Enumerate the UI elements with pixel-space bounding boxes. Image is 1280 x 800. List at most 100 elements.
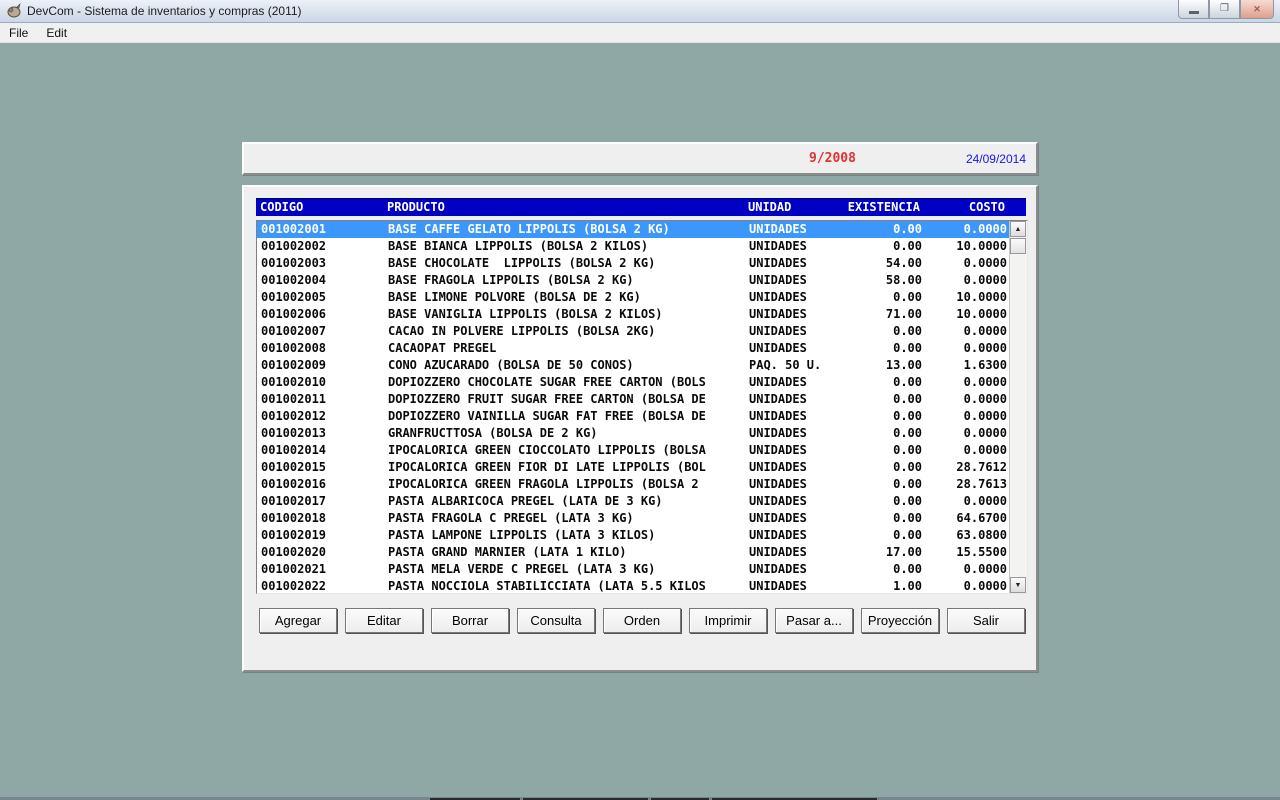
cell-code: 001002008	[261, 340, 326, 357]
period-label: 9/2008	[809, 151, 856, 166]
cell-cost: 28.7613	[956, 476, 1007, 493]
cell-code: 001002011	[261, 391, 326, 408]
cell-prod: DOPIOZZERO CHOCOLATE SUGAR FREE CARTON (…	[388, 374, 747, 391]
table-row[interactable]: 001002019PASTA LAMPONE LIPPOLIS (LATA 3 …	[257, 527, 1010, 544]
cell-cost: 0.0000	[964, 442, 1007, 459]
cell-code: 001002021	[261, 561, 326, 578]
scroll-down-button[interactable]: ▼	[1010, 577, 1026, 593]
cell-prod: DOPIOZZERO VAINILLA SUGAR FAT FREE (BOLS…	[388, 408, 747, 425]
cell-code: 001002015	[261, 459, 326, 476]
title-bar: DevCom - Sistema de inventarios y compra…	[0, 0, 1280, 23]
table-row[interactable]: 001002011 DOPIOZZERO FRUIT SUGAR FREE CAR…	[257, 391, 1010, 408]
menu-item-file[interactable]: File	[0, 24, 37, 42]
app-icon	[6, 3, 22, 19]
cell-exist: 13.00	[886, 357, 922, 374]
product-list: 001002001BASE CAFFE GELATO LIPPOLIS (BOL…	[257, 221, 1010, 593]
cell-code: 001002014	[261, 442, 326, 459]
restore-button[interactable]: ❐	[1209, 0, 1240, 19]
table-row[interactable]: 001002012DOPIOZZERO VAINILLA SUGAR FAT F…	[257, 408, 1010, 425]
table-row[interactable]: 001002006BASE VANIGLIA LIPPOLIS (BOLSA 2…	[257, 306, 1010, 323]
cell-code: 001002022	[261, 578, 326, 593]
cell-code: 001002017	[261, 493, 326, 510]
cell-exist: 0.00	[893, 527, 922, 544]
cell-prod: PASTA GRAND MARNIER (LATA 1 KILO)	[388, 544, 747, 561]
cell-prod: GRANFRUCTTOSA (BOLSA DE 2 KG)	[388, 425, 747, 442]
cell-unit: UNIDADES	[749, 221, 807, 238]
cell-cost: 0.0000	[964, 255, 1007, 272]
cell-unit: UNIDADES	[749, 408, 807, 425]
cell-prod: BASE CHOCOLATE LIPPOLIS (BOLSA 2 KG)	[388, 255, 747, 272]
table-row[interactable]: 001002002BASE BIANCA LIPPOLIS (BOLSA 2 K…	[257, 238, 1010, 255]
cell-code: 001002001	[261, 221, 326, 238]
cell-prod: PASTA FRAGOLA C PREGEL (LATA 3 KG)	[388, 510, 747, 527]
cell-cost: 0.0000	[964, 408, 1007, 425]
cell-exist: 0.00	[893, 493, 922, 510]
cell-prod: BASE LIMONE POLVORE (BOLSA DE 2 KG)	[388, 289, 747, 306]
table-row[interactable]: 001002008CACAOPAT PREGELUNIDADES0.000.00…	[257, 340, 1010, 357]
table-row[interactable]: 001002022 PASTA NOCCIOLA STABILICCIATA (L…	[257, 578, 1010, 593]
cell-cost: 0.0000	[964, 493, 1007, 510]
table-row[interactable]: 001002003 BASE CHOCOLATE LIPPOLIS (BOLSA …	[257, 255, 1010, 272]
cell-exist: 17.00	[886, 544, 922, 561]
proyección-button[interactable]: Proyección	[861, 608, 939, 633]
imprimir-button[interactable]: Imprimir	[689, 608, 767, 633]
table-row[interactable]: 001002001BASE CAFFE GELATO LIPPOLIS (BOL…	[257, 221, 1010, 238]
cell-unit: UNIDADES	[749, 544, 807, 561]
consulta-button[interactable]: Consulta	[517, 608, 595, 633]
cell-code: 001002013	[261, 425, 326, 442]
cell-exist: 0.00	[893, 561, 922, 578]
cell-cost: 63.0800	[956, 527, 1007, 544]
table-row[interactable]: 001002014IPOCALORICA GREEN CIOCCOLATO LI…	[257, 442, 1010, 459]
cell-prod: CACAOPAT PREGEL	[388, 340, 747, 357]
cell-unit: UNIDADES	[749, 425, 807, 442]
minimize-button[interactable]	[1178, 0, 1209, 19]
cell-code: 001002003	[261, 255, 326, 272]
cell-exist: 0.00	[893, 442, 922, 459]
table-row[interactable]: 001002010 DOPIOZZERO CHOCOLATE SUGAR FREE…	[257, 374, 1010, 391]
cell-exist: 0.00	[893, 425, 922, 442]
table-row[interactable]: 001002009CONO AZUCARADO (BOLSA DE 50 CON…	[257, 357, 1010, 374]
cell-cost: 10.0000	[956, 238, 1007, 255]
table-row[interactable]: 001002020PASTA GRAND MARNIER (LATA 1 KIL…	[257, 544, 1010, 561]
menu-item-edit[interactable]: Edit	[37, 24, 76, 42]
window-controls: ❐ ✕	[1178, 0, 1274, 19]
vertical-scrollbar[interactable]: ▲ ▼	[1009, 221, 1027, 593]
cell-cost: 0.0000	[964, 561, 1007, 578]
table-row[interactable]: 001002021 PASTA MELA VERDE C PREGEL (LATA…	[257, 561, 1010, 578]
orden-button[interactable]: Orden	[603, 608, 681, 633]
table-row[interactable]: 001002005BASE LIMONE POLVORE (BOLSA DE 2…	[257, 289, 1010, 306]
cell-cost: 0.0000	[964, 578, 1007, 593]
cell-exist: 0.00	[893, 510, 922, 527]
cell-unit: UNIDADES	[749, 391, 807, 408]
cell-unit: UNIDADES	[749, 340, 807, 357]
cell-prod: DOPIOZZERO FRUIT SUGAR FREE CARTON (BOLS…	[388, 391, 747, 408]
date-panel: 9/2008 24/09/2014	[242, 142, 1038, 175]
cell-cost: 10.0000	[956, 306, 1007, 323]
agregar-button[interactable]: Agregar	[259, 608, 337, 633]
table-row[interactable]: 001002018PASTA FRAGOLA C PREGEL (LATA 3 …	[257, 510, 1010, 527]
cell-prod: PASTA NOCCIOLA STABILICCIATA (LATA 5.5 K…	[388, 578, 747, 593]
table-row[interactable]: 001002016IPOCALORICA GREEN FRAGOLA LIPPO…	[257, 476, 1010, 493]
editar-button[interactable]: Editar	[345, 608, 423, 633]
cell-code: 001002010	[261, 374, 326, 391]
cell-prod: PASTA MELA VERDE C PREGEL (LATA 3 KG)	[388, 561, 747, 578]
cell-exist: 0.00	[893, 340, 922, 357]
close-button[interactable]: ✕	[1240, 0, 1274, 19]
table-row[interactable]: 001002007CACAO IN POLVERE LIPPOLIS (BOLS…	[257, 323, 1010, 340]
table-header: CODIGO PRODUCTO UNIDAD EXISTENCIA COSTO	[256, 198, 1026, 216]
borrar-button[interactable]: Borrar	[431, 608, 509, 633]
salir-button[interactable]: Salir	[947, 608, 1025, 633]
table-row[interactable]: 001002015IPOCALORICA GREEN FIOR DI LATE …	[257, 459, 1010, 476]
restore-icon: ❐	[1220, 4, 1229, 14]
window-title: DevCom - Sistema de inventarios y compra…	[27, 4, 302, 18]
scroll-up-button[interactable]: ▲	[1010, 221, 1026, 237]
cell-unit: UNIDADES	[749, 510, 807, 527]
close-icon: ✕	[1253, 5, 1261, 14]
cell-unit: UNIDADES	[749, 476, 807, 493]
table-row[interactable]: 001002013 GRANFRUCTTOSA (BOLSA DE 2 KG)UN…	[257, 425, 1010, 442]
pasara-button[interactable]: Pasar a...	[775, 608, 853, 633]
scrollbar-thumb[interactable]	[1010, 238, 1026, 254]
table-row[interactable]: 001002004BASE FRAGOLA LIPPOLIS (BOLSA 2 …	[257, 272, 1010, 289]
cell-exist: 54.00	[886, 255, 922, 272]
table-row[interactable]: 001002017PASTA ALBARICOCA PREGEL (LATA D…	[257, 493, 1010, 510]
